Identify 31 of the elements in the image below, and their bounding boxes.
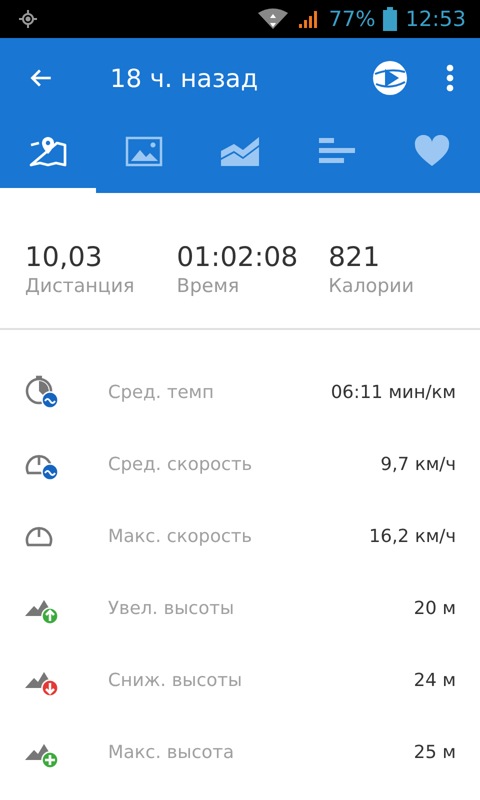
stopwatch-icon [24,374,60,410]
stat-label: Сред. скорость [108,454,254,474]
summary-value: 01:02:08 [176,241,299,275]
toolbar-title: 18 ч. назад [110,64,259,92]
battery-icon [383,7,398,31]
stat-label: Увел. высоты [108,598,236,618]
wifi-icon [256,8,289,30]
stat-label: Макс. скорость [108,526,253,546]
stat-value: 16,2 км/ч [369,526,456,546]
stat-value: 06:11 мин/км [330,382,456,402]
stat-value: 20 м [414,598,456,618]
summary-value: 10,03 [25,241,104,275]
summary-label: Время [176,275,240,297]
summary-label: Калории [328,275,416,297]
stat-value: 25 м [414,742,456,762]
stat-value: 9,7 км/ч [380,454,456,474]
heart-icon [412,135,452,167]
clock: 12:53 [405,7,466,31]
stat-value: 24 м [414,670,456,690]
summary-label: Дистанция [25,275,136,297]
image-icon [124,135,164,167]
stat-label: Сред. темп [108,382,215,402]
stat-label: Сниж. высоты [108,670,244,690]
play-globe-icon[interactable] [372,60,408,96]
stat-label: Макс. высота [108,742,236,762]
chart-icon [220,135,260,167]
more-icon[interactable] [446,64,454,92]
location-icon [18,9,38,29]
map-icon [28,135,68,167]
battery-percent: 77% [328,7,376,31]
summary-value: 821 [328,241,381,275]
